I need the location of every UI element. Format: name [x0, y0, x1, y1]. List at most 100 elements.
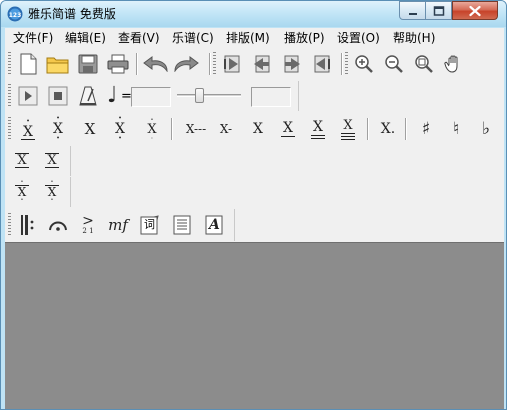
beam-toolbar-2: • X • • X •: [5, 177, 71, 207]
previous-page-icon: [254, 55, 270, 73]
fermata-icon: [49, 221, 67, 231]
join-beam-button[interactable]: • X •: [39, 179, 65, 203]
close-button[interactable]: [452, 1, 498, 20]
lyrics-button[interactable]: 词: [137, 213, 163, 237]
page-text-button[interactable]: [169, 213, 195, 237]
zoom-out-button[interactable]: [381, 52, 407, 76]
half-note-button[interactable]: X-: [213, 115, 239, 143]
menu-layout[interactable]: 排版(M): [226, 30, 270, 46]
menu-bar: 文件(F) 编辑(E) 查看(V) 乐谱(C) 排版(M) 播放(P) 设置(O…: [5, 28, 504, 48]
main-toolbar: [5, 49, 504, 79]
zoom-fit-button[interactable]: [411, 52, 437, 76]
fermata-button[interactable]: [45, 213, 71, 237]
separator: [209, 53, 211, 75]
new-file-button[interactable]: [15, 52, 41, 76]
previous-page-button[interactable]: [249, 52, 275, 76]
whole-note-button[interactable]: X---: [179, 115, 213, 143]
metronome-button[interactable]: [75, 84, 101, 108]
barline-icon: [21, 215, 34, 235]
title-bar[interactable]: 123 雅乐简谱 免费版: [1, 1, 506, 27]
note-high-octave-button[interactable]: • X: [15, 115, 41, 143]
tempo-input[interactable]: [131, 87, 171, 107]
undo-button[interactable]: [143, 52, 169, 76]
dot-icon: •: [118, 135, 122, 142]
toolbar-grip[interactable]: [8, 52, 11, 76]
maximize-icon: [433, 5, 444, 16]
menu-edit[interactable]: 编辑(E): [65, 30, 106, 46]
play-icon: [18, 86, 38, 106]
position-slider-thumb[interactable]: [195, 88, 204, 103]
redo-button[interactable]: [173, 52, 199, 76]
toolbar-grip[interactable]: [345, 52, 348, 76]
toolbar-grip[interactable]: [213, 52, 216, 76]
note-dotted-low-button[interactable]: • X •: [45, 115, 71, 143]
score-canvas[interactable]: [5, 242, 504, 409]
save-disk-icon: [78, 54, 98, 74]
position-input[interactable]: [251, 87, 291, 107]
marks-toolbar: > 2 1 mf 词 A: [5, 209, 235, 241]
dynamics-button[interactable]: mf: [105, 213, 131, 237]
maximize-button[interactable]: [426, 1, 452, 20]
last-page-icon: [314, 55, 330, 73]
minimize-button[interactable]: [399, 1, 426, 20]
dot-icon: •: [56, 135, 60, 142]
position-slider-track[interactable]: [177, 94, 241, 97]
next-page-button[interactable]: [279, 52, 305, 76]
close-icon: [469, 5, 481, 16]
print-icon: [107, 54, 129, 74]
app-window: 123 雅乐简谱 免费版 文件(F) 编辑(E) 查看(V) 乐谱(C) 排版(…: [0, 0, 507, 410]
separator: [171, 118, 173, 140]
play-button[interactable]: [15, 84, 41, 108]
zoom-in-button[interactable]: [351, 52, 377, 76]
separator: [367, 118, 369, 140]
note-plain-button[interactable]: X: [77, 115, 103, 143]
beam-end-button[interactable]: X: [39, 148, 65, 172]
flat-button[interactable]: ♭: [473, 115, 499, 143]
menu-view[interactable]: 查看(V): [118, 30, 160, 46]
menu-settings[interactable]: 设置(O): [337, 30, 380, 46]
separator: [136, 53, 138, 75]
underline-icon: [15, 166, 29, 168]
first-page-button[interactable]: [219, 52, 245, 76]
window-title: 雅乐简谱 免费版: [28, 7, 116, 21]
menu-play[interactable]: 播放(P): [284, 30, 325, 46]
undo-icon: [143, 56, 168, 72]
sharp-button[interactable]: ♯: [413, 115, 439, 143]
underline-icon: [21, 138, 35, 140]
metronome-icon: [79, 86, 97, 106]
sixteenth-note-button[interactable]: X: [305, 115, 331, 143]
toolbar-grip[interactable]: [8, 213, 11, 237]
zoom-out-icon: [385, 55, 403, 73]
barline-button[interactable]: [15, 213, 41, 237]
toolbar-grip[interactable]: [8, 84, 11, 108]
note-double-low-button[interactable]: • X :: [139, 115, 165, 143]
note-low-octave-button[interactable]: • X •: [107, 115, 133, 143]
natural-button[interactable]: ♮: [443, 115, 469, 143]
menu-help[interactable]: 帮助(H): [393, 30, 435, 46]
zoom-fit-icon: [415, 55, 433, 73]
menu-score[interactable]: 乐谱(C): [172, 30, 214, 46]
eighth-note-button[interactable]: X: [275, 115, 301, 143]
app-logo-icon: 123: [7, 6, 23, 22]
menu-file[interactable]: 文件(F): [13, 30, 53, 46]
split-beam-button[interactable]: • X •: [9, 179, 35, 203]
new-file-icon: [20, 53, 37, 75]
text-tool-button[interactable]: A: [201, 213, 227, 237]
crescendo-button[interactable]: > 2 1: [75, 213, 101, 237]
separator: [341, 53, 343, 75]
dotted-note-button[interactable]: X.: [375, 115, 401, 143]
toolbar-grip[interactable]: [8, 117, 11, 141]
hand-pan-button[interactable]: [441, 52, 467, 76]
stop-icon: [48, 86, 68, 106]
print-button[interactable]: [105, 52, 131, 76]
quarter-note-button[interactable]: X: [245, 115, 271, 143]
save-button[interactable]: [75, 52, 101, 76]
open-file-button[interactable]: [45, 52, 71, 76]
last-page-button[interactable]: [309, 52, 335, 76]
open-folder-icon: [46, 57, 69, 74]
underline-icon: [311, 137, 325, 139]
thirty-second-note-button[interactable]: X: [335, 115, 361, 143]
beam-start-button[interactable]: X: [9, 148, 35, 172]
minimize-icon: [408, 12, 417, 15]
stop-button[interactable]: [45, 84, 71, 108]
